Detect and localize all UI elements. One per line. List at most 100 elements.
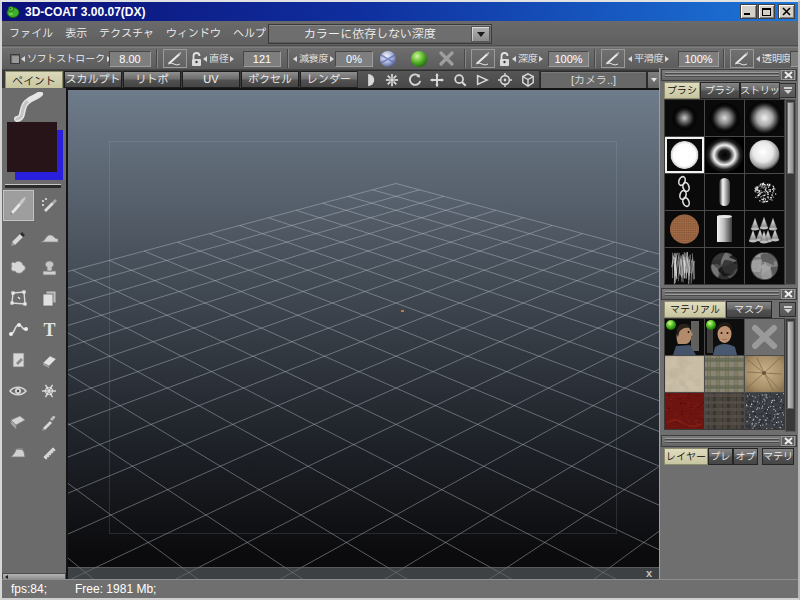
menu-item-ウィンドウ[interactable]: ウィンドウ bbox=[161, 21, 226, 46]
brushes-item-fur-strokes[interactable] bbox=[665, 248, 704, 284]
room-tab-リトポ[interactable]: リトポ bbox=[123, 71, 181, 88]
sunburst-icon[interactable] bbox=[385, 73, 399, 87]
room-tab-レンダー[interactable]: レンダー bbox=[300, 71, 358, 88]
tool-transform-rect[interactable] bbox=[3, 283, 34, 314]
brushes-header[interactable] bbox=[661, 69, 797, 81]
materials-item-fabric-speckled[interactable] bbox=[745, 393, 784, 429]
materials-header[interactable] bbox=[661, 288, 797, 300]
brushes-more-tabs-button[interactable] bbox=[779, 83, 796, 98]
tool-comb[interactable] bbox=[34, 438, 65, 469]
materials-item-plaid[interactable] bbox=[705, 356, 744, 392]
maximize-button[interactable] bbox=[758, 4, 775, 19]
brushes-item-soft-dot-medium[interactable] bbox=[705, 100, 744, 136]
soft-stroke-stepper[interactable]: ソフトストローク bbox=[21, 51, 111, 66]
play-icon[interactable] bbox=[475, 73, 489, 87]
tool-plane[interactable] bbox=[3, 407, 34, 438]
brushes-item-soft-sphere[interactable] bbox=[745, 137, 784, 173]
moon-icon[interactable] bbox=[362, 73, 376, 87]
pen-pressure-icon[interactable] bbox=[730, 49, 754, 68]
brushes-item-cylinder[interactable] bbox=[705, 211, 744, 247]
depth-stepper[interactable]: 深度 bbox=[512, 51, 543, 66]
brushes-tab-ストリッ[interactable]: ストリッ bbox=[740, 82, 780, 99]
layers-tab-オブ[interactable]: オブ bbox=[733, 448, 758, 465]
layers-close-button[interactable] bbox=[781, 436, 795, 446]
layers-tab-レイヤー[interactable]: レイヤー bbox=[664, 448, 708, 465]
room-tab-スカルプト[interactable]: スカルプト bbox=[64, 71, 122, 88]
tool-brush[interactable] bbox=[3, 190, 34, 221]
room-tab-UV[interactable]: UV bbox=[182, 71, 240, 88]
diameter-field[interactable]: 121 bbox=[243, 51, 281, 67]
tool-airbrush[interactable] bbox=[34, 190, 65, 221]
brushes-item-cone-bumps[interactable] bbox=[745, 211, 784, 247]
materials-more-tabs-button[interactable] bbox=[779, 302, 796, 317]
menu-item-テクスチャ[interactable]: テクスチャ bbox=[94, 21, 159, 46]
materials-item-none-x[interactable] bbox=[745, 319, 784, 355]
green-sphere-icon[interactable] bbox=[410, 50, 428, 68]
brushes-tab-ブラシ[interactable]: ブラシ bbox=[700, 82, 740, 99]
menu-item-表示[interactable]: 表示 bbox=[60, 21, 92, 46]
brushes-item-fabric-orange[interactable] bbox=[665, 211, 704, 247]
rotate-icon[interactable] bbox=[408, 73, 422, 87]
brushes-tab-ブラシ[interactable]: ブラシ bbox=[664, 82, 700, 99]
brushes-item-rock-dark[interactable] bbox=[705, 248, 744, 284]
layers-header[interactable] bbox=[661, 435, 797, 447]
sphere-preview-icon[interactable] bbox=[379, 50, 397, 68]
brushes-item-hard-circle[interactable] bbox=[665, 137, 704, 173]
room-tab-ボクセル[interactable]: ボクセル bbox=[241, 71, 299, 88]
pan-icon[interactable] bbox=[430, 73, 444, 87]
tool-picker[interactable] bbox=[34, 407, 65, 438]
brushes-item-soft-dot-large[interactable] bbox=[745, 100, 784, 136]
minimize-button[interactable] bbox=[740, 4, 757, 19]
title-bar[interactable]: 3D-COAT 3.00.07(DX) bbox=[2, 2, 798, 21]
materials-item-plaid-dark[interactable] bbox=[705, 393, 744, 429]
tool-copy-pages[interactable] bbox=[34, 283, 65, 314]
target-icon[interactable] bbox=[498, 73, 512, 87]
menu-item-ヘルプ[interactable]: ヘルプ bbox=[228, 21, 271, 46]
tool-pencil[interactable] bbox=[3, 221, 34, 252]
clear-x-icon[interactable] bbox=[439, 51, 454, 66]
tool-page-pen[interactable] bbox=[3, 345, 34, 376]
smoothing-stepper[interactable]: 平滑度 bbox=[628, 51, 669, 66]
zoom-icon[interactable] bbox=[453, 73, 467, 87]
tool-text[interactable]: T bbox=[34, 314, 65, 345]
lock-icon[interactable] bbox=[498, 51, 511, 67]
materials-item-fabric-red[interactable] bbox=[665, 393, 704, 429]
viewport-close-button[interactable]: x bbox=[646, 567, 652, 579]
smoothing-field[interactable]: 100% bbox=[678, 51, 719, 67]
materials-close-button[interactable] bbox=[781, 289, 795, 299]
materials-item-leather-tufted[interactable] bbox=[745, 356, 784, 392]
brushes-close-button[interactable] bbox=[781, 70, 795, 80]
layers-tab-マテリ[interactable]: マテリ bbox=[762, 448, 794, 465]
menu-item-ファイル[interactable]: ファイル bbox=[4, 21, 58, 46]
materials-tab-マテリアル[interactable]: マテリアル bbox=[664, 301, 726, 318]
tool-mound[interactable] bbox=[34, 221, 65, 252]
pen-pressure-icon[interactable] bbox=[601, 49, 625, 68]
falloff-stepper[interactable]: 減衰度 bbox=[293, 51, 334, 66]
depth-mode-select[interactable]: カラーに依存しない深度 bbox=[268, 24, 492, 44]
materials-item-fabric-beige[interactable] bbox=[665, 356, 704, 392]
falloff-field[interactable]: 0% bbox=[335, 51, 373, 67]
brushes-item-soft-dot-small[interactable] bbox=[665, 100, 704, 136]
depth-field[interactable]: 100% bbox=[548, 51, 589, 67]
soft-stroke-field[interactable]: 8.00 bbox=[109, 51, 151, 67]
camera-select[interactable]: [カメラ..] bbox=[540, 71, 647, 89]
viewport-3d[interactable]: x bbox=[66, 88, 659, 579]
brushes-item-ring[interactable] bbox=[705, 137, 744, 173]
layers-tab-プレ[interactable]: プレ bbox=[708, 448, 733, 465]
brushes-item-chain[interactable] bbox=[665, 174, 704, 210]
brushes-item-capsule[interactable] bbox=[705, 174, 744, 210]
materials-tab-マスク[interactable]: マスク bbox=[726, 301, 772, 318]
opacity-field[interactable]: 1 bbox=[790, 51, 798, 67]
materials-scrollbar[interactable] bbox=[785, 318, 796, 432]
pen-pressure-icon[interactable] bbox=[471, 49, 495, 68]
tool-eraser[interactable] bbox=[34, 345, 65, 376]
brushes-item-rock-light[interactable] bbox=[745, 248, 784, 284]
materials-item-photo-man-profile[interactable] bbox=[665, 319, 704, 355]
brushes-item-noise-speckle[interactable] bbox=[745, 174, 784, 210]
tool-iron[interactable] bbox=[3, 438, 34, 469]
materials-item-photo-man-front[interactable] bbox=[705, 319, 744, 355]
cube-icon[interactable] bbox=[521, 73, 535, 87]
tool-spline[interactable] bbox=[3, 314, 34, 345]
tool-blob[interactable] bbox=[3, 252, 34, 283]
soft-stroke-checkbox[interactable] bbox=[10, 54, 20, 64]
